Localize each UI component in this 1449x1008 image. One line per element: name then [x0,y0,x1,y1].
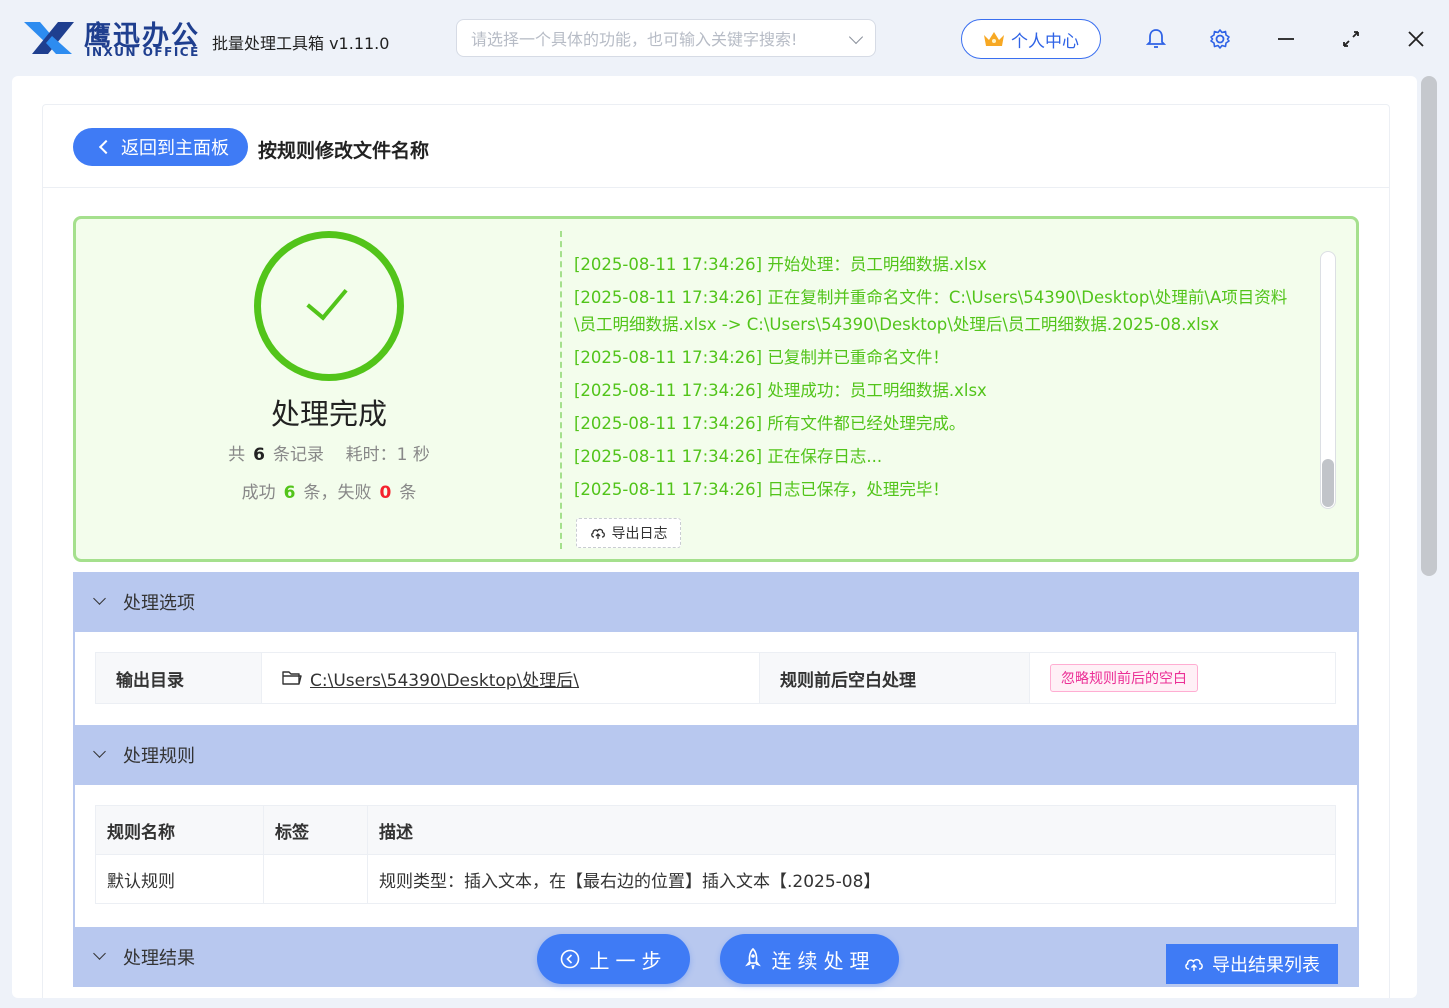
prev-step-label: 上一步 [589,948,668,973]
success-check-icon [254,231,404,381]
inxun-logo-icon [24,22,74,54]
output-dir-cell: C:\Users\54390\Desktop\处理后\ [262,653,760,703]
log-line: [2025-08-11 17:34:26] 处理成功：员工明细数据.xlsx [574,381,987,400]
back-label: 返回到主面板 [121,138,229,159]
minimize-icon[interactable] [1273,26,1299,52]
output-dir-link[interactable]: C:\Users\54390\Desktop\处理后\ [310,666,579,691]
total-prefix: 共 [228,445,246,465]
export-log-label: 导出日志 [611,526,668,542]
whitespace-label: 规则前后空白处理 [760,653,1030,703]
crown-icon [984,32,1004,46]
cloud-upload-icon [1185,958,1203,971]
results-section-title: 处理结果 [123,948,195,969]
whitespace-cell: 忽略规则前后的空白 [1030,653,1335,703]
panel-header: 返回到主面板 按规则修改文件名称 [43,105,1389,188]
gear-icon[interactable] [1207,26,1233,52]
rule-desc-cell: 规则类型：插入文本，在【最右边的位置】插入文本【.2025-08】 [367,854,1336,904]
continue-label: 连续处理 [771,948,876,973]
fail-suffix: 条 [399,483,417,503]
close-icon[interactable] [1403,26,1429,52]
output-dir-label: 输出目录 [96,653,262,703]
user-center-label: 个人中心 [1011,31,1079,52]
column-header: 规则名称 [95,805,264,855]
content-panel: 返回到主面板 按规则修改文件名称 处理完成 共 6 条记录 耗时：1 秒 成功 6 条，… [42,104,1390,998]
options-section-title: 处理选项 [123,593,195,614]
fail-count: 0 [379,483,392,503]
log-line: [2025-08-11 17:34:26] 正在复制并重命名文件：C:\User… [574,288,1288,334]
whitespace-tag: 忽略规则前后的空白 [1050,664,1198,692]
search-input[interactable] [471,28,841,50]
options-section-header[interactable]: 处理选项 [73,572,1359,632]
chevron-down-icon [93,947,106,960]
chevron-down-icon [93,592,106,605]
options-section-body: 输出目录 C:\Users\54390\Desktop\处理后\ 规则前后空白处… [73,632,1359,725]
log-line: [2025-08-11 17:34:26] 开始处理：员工明细数据.xlsx [574,255,987,274]
options-table: 输出目录 C:\Users\54390\Desktop\处理后\ 规则前后空白处… [95,652,1336,704]
result-summary: 处理完成 共 6 条记录 耗时：1 秒 成功 6 条，失败 0 条 [2025-08-11 … [73,216,1359,562]
prev-step-button[interactable]: 上一步 [537,934,690,984]
total-count: 6 [253,445,265,465]
log-line: [2025-08-11 17:34:26] 正在保存日志... [574,447,883,466]
total-stats: 共 6 条记录 耗时：1 秒 [76,440,582,465]
page-title: 按规则修改文件名称 [258,140,430,162]
log-line: [2025-08-11 17:34:26] 日志已保存，处理完毕！ [574,480,949,499]
table-header-row: 规则名称 标签 描述 [95,805,1336,855]
column-header: 描述 [367,805,1336,855]
circle-left-icon [560,949,579,969]
rules-section-header[interactable]: 处理规则 [73,725,1359,785]
chevron-down-icon[interactable] [848,29,864,45]
export-log-button[interactable]: 导出日志 [576,518,681,548]
cloud-upload-icon [590,528,605,539]
maximize-icon[interactable] [1338,26,1364,52]
column-header: 标签 [263,805,368,855]
rules-section-title: 处理规则 [123,746,195,767]
chevron-left-icon [98,139,114,155]
log-line: [2025-08-11 17:34:26] 所有文件都已经处理完成。 [574,414,966,433]
rules-section-body: 规则名称 标签 描述 默认规则 规则类型：插入文本，在【最右边的位置】插入文本【… [73,785,1359,927]
success-prefix: 成功 [241,483,276,503]
success-suffix: 条，失败 [303,483,372,503]
export-results-label: 导出结果列表 [1212,955,1320,976]
log-line: [2025-08-11 17:34:26] 已复制并已重命名文件！ [574,348,949,367]
rule-name-cell: 默认规则 [95,854,264,904]
success-count: 6 [283,483,296,503]
done-title: 处理完成 [270,397,387,431]
rocket-icon [744,948,761,970]
process-log: [2025-08-11 17:34:26] 开始处理：员工明细数据.xlsx [… [574,251,1309,513]
bell-icon[interactable] [1143,26,1169,52]
log-scrollbar[interactable] [1320,251,1336,509]
export-results-button[interactable]: 导出结果列表 [1166,944,1338,984]
folder-icon [282,671,302,685]
brand-name-en: INXUN OFFICE [86,45,200,59]
title-bar: 鹰迅办公 INXUN OFFICE 批量处理工具箱 v1.11.0 个人中心 [0,0,1449,76]
page-scrollbar[interactable] [1421,76,1437,576]
chevron-down-icon [93,745,106,758]
total-suffix: 条记录 [272,445,324,465]
table-row: 默认规则 规则类型：插入文本，在【最右边的位置】插入文本【.2025-08】 [95,854,1336,904]
continue-button[interactable]: 连续处理 [720,934,899,984]
user-center-button[interactable]: 个人中心 [961,19,1101,59]
back-to-dashboard-button[interactable]: 返回到主面板 [73,128,248,166]
app-title: 批量处理工具箱 v1.11.0 [212,34,390,53]
rules-table: 规则名称 标签 描述 默认规则 规则类型：插入文本，在【最右边的位置】插入文本【… [95,805,1336,904]
main-window: 返回到主面板 按规则修改文件名称 处理完成 共 6 条记录 耗时：1 秒 成功 6 条，… [12,76,1417,998]
divider [560,231,562,549]
success-fail-stats: 成功 6 条，失败 0 条 [76,478,582,503]
rule-tag-cell [263,854,368,904]
function-search[interactable] [456,19,876,57]
elapsed-time: 耗时：1 秒 [345,445,430,465]
